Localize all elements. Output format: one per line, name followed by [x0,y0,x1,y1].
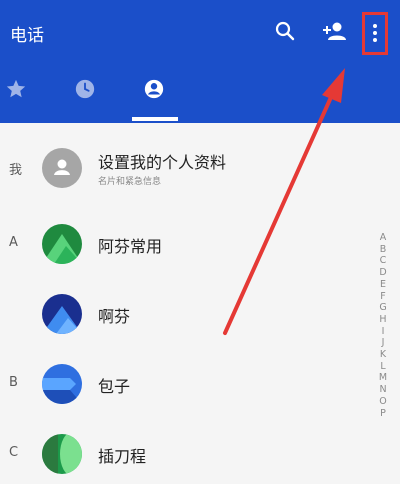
profile-sublabel: 名片和紧急信息 [98,177,162,187]
alphabet-letter[interactable]: E [380,279,386,291]
alphabet-letter[interactable]: F [380,291,385,303]
alphabet-letter[interactable]: L [380,361,385,373]
section-letter: B [9,375,18,390]
alphabet-letter[interactable]: K [380,349,386,361]
alphabet-letter[interactable]: C [380,255,387,267]
alphabet-letter[interactable]: A [380,232,387,244]
contact-row[interactable]: 啊芬 [0,286,370,344]
contact-avatar [42,294,82,334]
alphabet-letter[interactable]: N [379,384,386,396]
contact-avatar [42,224,82,264]
section-letter: A [9,235,18,250]
profile-label: 设置我的个人资料 [98,153,227,172]
contact-avatar [42,434,82,474]
alphabet-index[interactable]: ABCDEFGHIJKLMNOP [376,232,390,419]
contact-avatar [42,364,82,404]
profile-row[interactable]: 我 设置我的个人资料 名片和紧急信息 [0,139,370,197]
highlight-box [362,12,388,55]
section-letter: 我 [9,163,23,178]
alphabet-letter[interactable]: B [380,244,387,256]
contact-row[interactable]: A 阿芬常用 [0,216,370,274]
alphabet-letter[interactable]: J [382,337,385,349]
app-header: 电话 [0,0,400,123]
contact-name: 包子 [98,377,131,396]
add-contact-icon[interactable] [320,20,348,46]
contact-name: 啊芬 [98,307,131,326]
profile-avatar [42,148,82,188]
app-title: 电话 [10,26,44,46]
contacts-icon [144,79,164,99]
tab-recents[interactable] [74,78,96,104]
contact-row[interactable]: C 插刀程 [0,426,370,484]
clock-icon [75,79,95,99]
contact-row[interactable]: B 包子 [0,356,370,414]
search-icon[interactable] [274,20,296,46]
alphabet-letter[interactable]: P [380,408,386,420]
alphabet-letter[interactable]: G [379,302,386,314]
alphabet-letter[interactable]: H [379,314,386,326]
alphabet-letter[interactable]: O [379,396,386,408]
tab-favorites[interactable] [5,78,27,104]
alphabet-letter[interactable]: I [382,326,385,338]
person-icon [54,159,70,175]
contact-name: 插刀程 [98,447,147,466]
alphabet-letter[interactable]: M [379,372,387,384]
alphabet-letter[interactable]: D [379,267,386,279]
tab-indicator [132,117,178,121]
star-icon [6,79,26,98]
section-letter: C [9,445,19,460]
contact-name: 阿芬常用 [98,237,163,256]
contact-list[interactable]: 我 设置我的个人资料 名片和紧急信息 A 阿芬常用 啊芬 B 包子 C 插刀程 … [0,123,400,484]
tab-contacts[interactable] [143,78,165,104]
